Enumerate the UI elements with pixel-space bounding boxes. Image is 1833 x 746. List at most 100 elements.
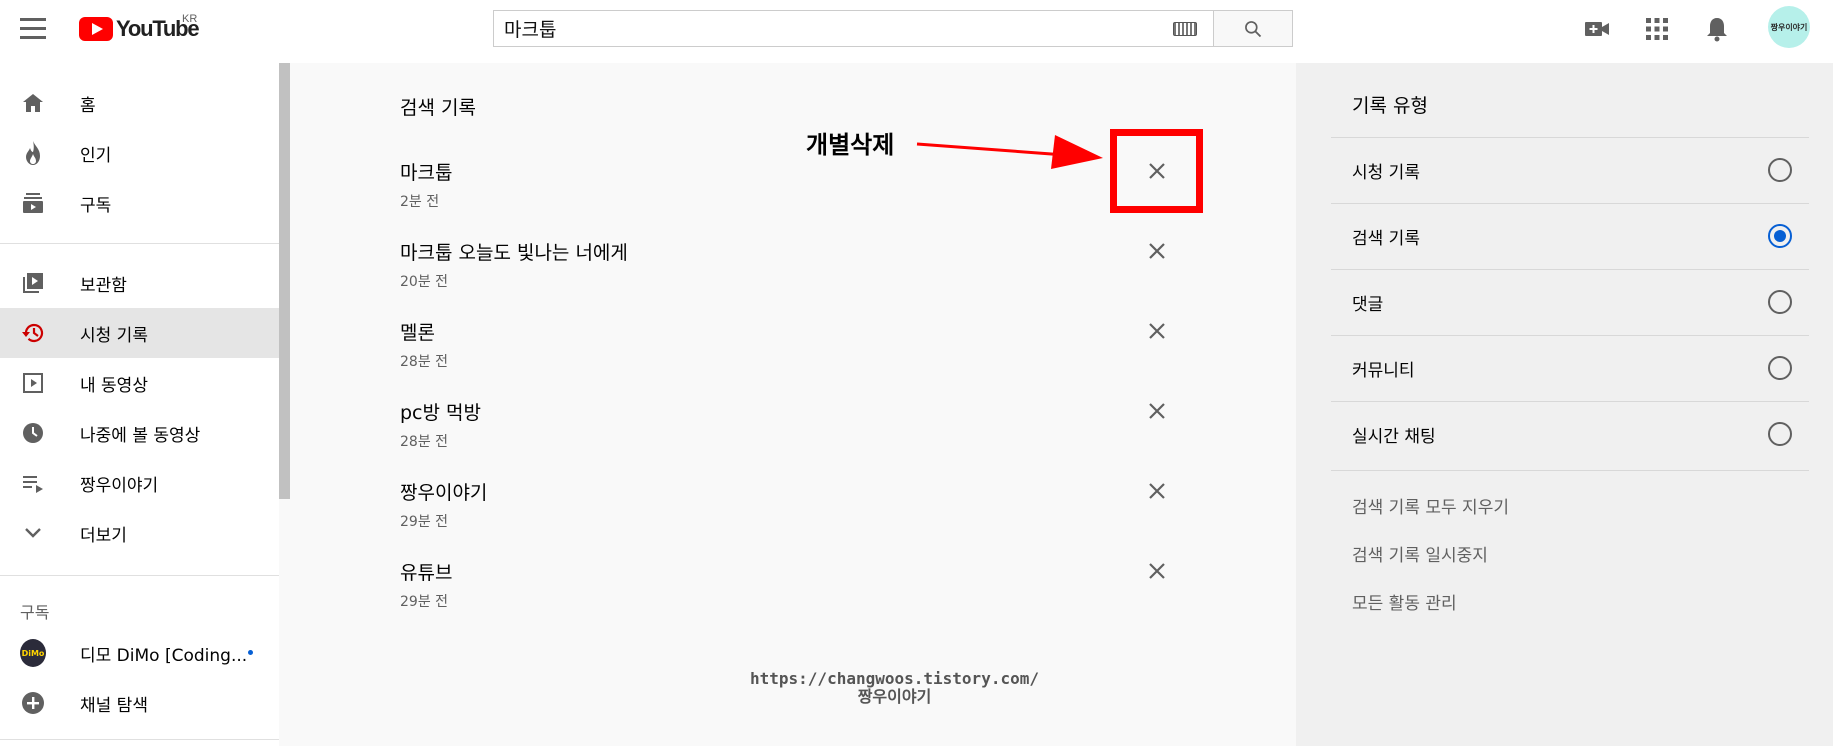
history-item-time: 20분 전 (400, 274, 449, 290)
history-item[interactable]: pc방 먹방 28분 전 (400, 398, 1190, 478)
sidebar-item-subscriptions[interactable]: 구독 (0, 178, 279, 228)
subscriptions-section-title: 구독 (20, 603, 50, 622)
new-content-dot (248, 650, 253, 655)
my-videos-icon (20, 370, 46, 396)
avatar[interactable]: 짱우이야기 (1768, 6, 1810, 48)
close-icon (1149, 163, 1165, 179)
channel-avatar: DiMo (20, 639, 46, 667)
history-type-option[interactable]: 커뮤니티 (1331, 335, 1809, 401)
create-video-icon[interactable] (1582, 14, 1612, 44)
radio-button[interactable] (1768, 356, 1792, 380)
pause-search-history-link[interactable]: 검색 기록 일시중지 (1352, 541, 1488, 566)
browse-channels[interactable]: 채널 탐색 (0, 678, 279, 728)
history-item-title[interactable]: pc방 먹방 (400, 398, 481, 425)
sidebar-item-trending[interactable]: 인기 (0, 128, 279, 178)
close-icon (1149, 243, 1165, 259)
search-button[interactable] (1213, 10, 1293, 47)
history-item-time: 2분 전 (400, 194, 440, 210)
home-icon (20, 90, 46, 116)
history-item-title[interactable]: 멜론 (400, 318, 435, 345)
option-label: 시청 기록 (1352, 163, 1420, 183)
sidebar-item-my-videos[interactable]: 내 동영상 (0, 358, 279, 408)
radio-button[interactable] (1768, 158, 1792, 182)
close-icon (1149, 563, 1165, 579)
subscription-item[interactable]: DiMo 디모 DiMo [Coding... (0, 628, 279, 678)
history-item[interactable]: 유튜브 29분 전 (400, 558, 1190, 638)
remove-history-button[interactable] (1142, 396, 1172, 426)
sidebar-item-history[interactable]: 시청 기록 (0, 308, 279, 358)
option-label: 실시간 채팅 (1352, 427, 1436, 447)
remove-history-button[interactable] (1142, 556, 1172, 586)
sidebar-item-playlist[interactable]: 짱우이야기 (0, 458, 279, 508)
radio-button[interactable] (1768, 422, 1792, 446)
remove-history-button[interactable] (1142, 156, 1172, 186)
search-input[interactable] (493, 10, 1213, 47)
sidebar-item-label: 나중에 볼 동영상 (80, 425, 201, 446)
watch-later-icon (20, 420, 46, 446)
sidebar-item-home[interactable]: 홈 (0, 78, 279, 128)
sidebar-item-library[interactable]: 보관함 (0, 258, 279, 308)
clear-all-search-history-link[interactable]: 검색 기록 모두 지우기 (1352, 493, 1509, 518)
sidebar-divider (0, 739, 279, 740)
notifications-icon[interactable] (1702, 14, 1732, 44)
search-icon (1245, 20, 1262, 37)
history-item-time: 29분 전 (400, 514, 449, 530)
history-item-title[interactable]: 짱우이야기 (400, 478, 487, 505)
subscriptions-icon (20, 190, 46, 216)
annotation-arrow-icon (916, 135, 1103, 169)
apps-icon[interactable] (1642, 14, 1672, 44)
sidebar-item-label: 시청 기록 (80, 325, 148, 346)
search-bar (493, 10, 1293, 47)
sidebar-divider (0, 575, 279, 576)
history-type-option[interactable]: 댓글 (1331, 269, 1809, 335)
youtube-play-icon (79, 17, 113, 41)
playlist-icon (20, 470, 46, 496)
history-item-title[interactable]: 마크툽 (400, 158, 452, 185)
history-type-option[interactable]: 실시간 채팅 (1331, 401, 1809, 467)
chevron-down-icon (20, 520, 46, 546)
history-item[interactable]: 마크툽 오늘도 빛나는 너에게 20분 전 (400, 238, 1190, 318)
trending-icon (20, 140, 46, 166)
radio-button[interactable] (1768, 290, 1792, 314)
watermark-name: 짱우이야기 (857, 687, 932, 706)
history-item[interactable]: 짱우이야기 29분 전 (400, 478, 1190, 558)
panel-divider (1331, 470, 1809, 471)
radio-button-checked[interactable] (1768, 224, 1792, 248)
sidebar: 홈 인기 구독 보관함 시청 기록 내 동영상 나중에 볼 동영상 짱우이야기 … (0, 63, 279, 746)
history-type-panel: 기록 유형 시청 기록 검색 기록 댓글 커뮤니티 실시간 채팅 검색 기록 모… (1296, 63, 1833, 746)
library-icon (20, 270, 46, 296)
sidebar-item-label: 채널 탐색 (80, 695, 148, 716)
subscription-label: 디모 DiMo [Coding... (80, 645, 248, 666)
remove-history-button[interactable] (1142, 476, 1172, 506)
sidebar-divider (0, 243, 279, 244)
watermark: https://changwoos.tistory.com/ 짱우이야기 (750, 670, 1039, 706)
sidebar-item-more[interactable]: 더보기 (0, 508, 279, 558)
history-item-time: 28분 전 (400, 434, 449, 450)
close-icon (1149, 323, 1165, 339)
top-header: YouTube KR 짱우이야기 (0, 0, 1833, 63)
add-circle-icon (20, 690, 46, 716)
youtube-logo[interactable]: YouTube (79, 15, 200, 43)
keyboard-icon[interactable] (1173, 22, 1197, 36)
sidebar-item-label: 내 동영상 (80, 375, 148, 396)
history-type-option[interactable]: 검색 기록 (1331, 203, 1809, 269)
sidebar-item-watch-later[interactable]: 나중에 볼 동영상 (0, 408, 279, 458)
main-content: 검색 기록 마크툽 2분 전 마크툽 오늘도 빛나는 너에게 20분 전 멜론 … (290, 63, 1296, 746)
menu-icon[interactable] (20, 18, 46, 40)
history-type-option[interactable]: 시청 기록 (1331, 137, 1809, 203)
history-item-time: 28분 전 (400, 354, 449, 370)
history-item[interactable]: 멜론 28분 전 (400, 318, 1190, 398)
remove-history-button[interactable] (1142, 316, 1172, 346)
history-item-title[interactable]: 마크툽 오늘도 빛나는 너에게 (400, 238, 628, 265)
sidebar-item-label: 구독 (80, 195, 112, 216)
page-title: 검색 기록 (400, 97, 476, 119)
option-label: 검색 기록 (1352, 229, 1420, 249)
history-type-title: 기록 유형 (1352, 95, 1428, 117)
history-item-title[interactable]: 유튜브 (400, 558, 452, 585)
sidebar-scrollbar[interactable] (279, 63, 290, 499)
sidebar-item-label: 더보기 (80, 525, 127, 546)
remove-history-button[interactable] (1142, 236, 1172, 266)
sidebar-item-label: 인기 (80, 145, 112, 166)
annotation-label: 개별삭제 (806, 131, 895, 159)
manage-all-activity-link[interactable]: 모든 활동 관리 (1352, 589, 1457, 614)
